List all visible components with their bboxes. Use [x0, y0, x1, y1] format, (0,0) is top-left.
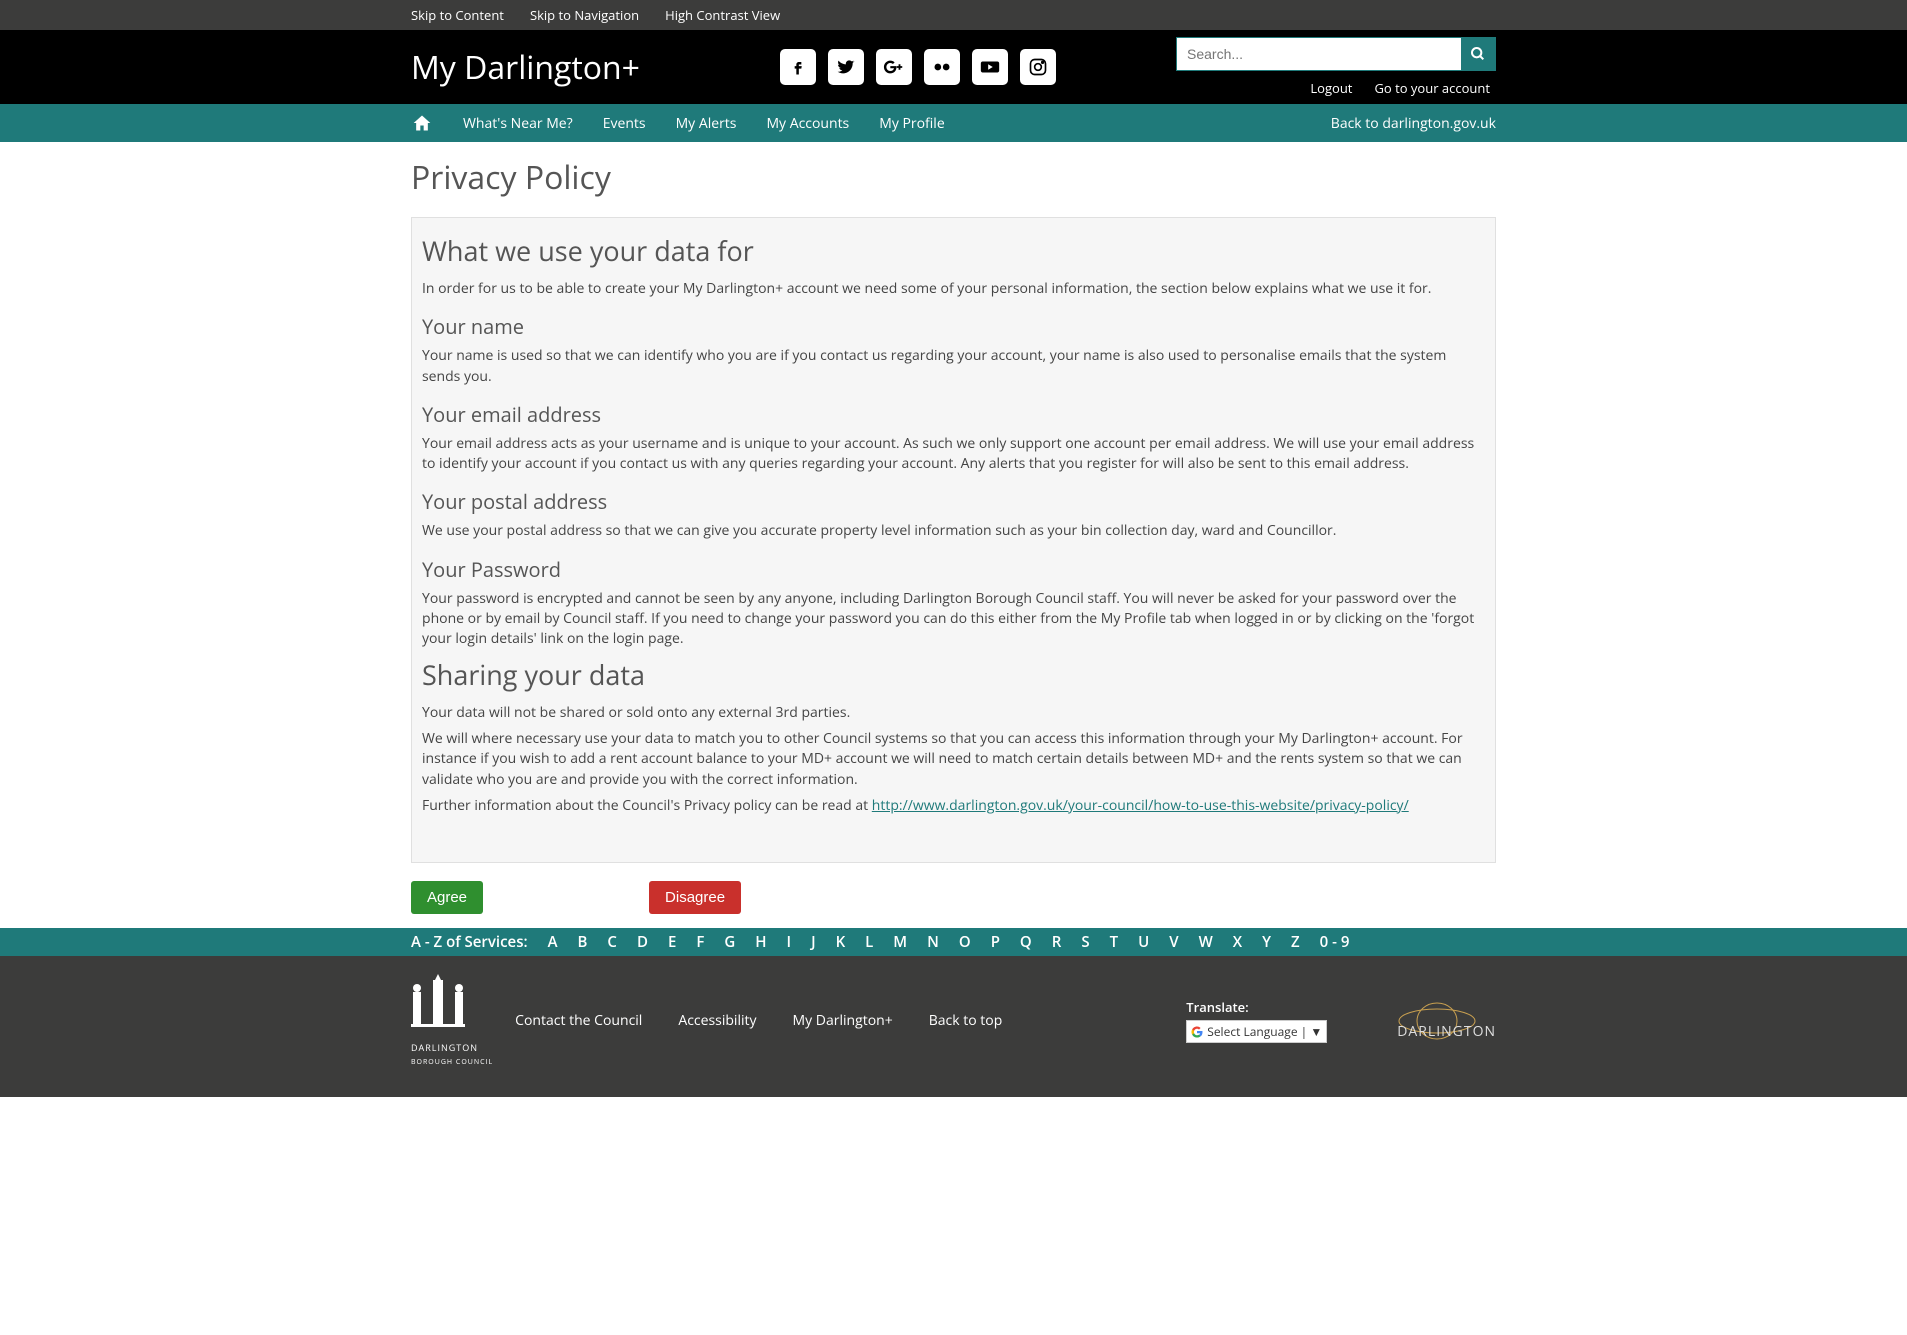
back-to-darlington-link[interactable]: Back to darlington.gov.uk	[1331, 114, 1496, 133]
search-input[interactable]	[1177, 38, 1461, 70]
az-letter[interactable]: Y	[1262, 932, 1271, 952]
content-box: What we use your data for In order for u…	[411, 217, 1496, 863]
az-label: A - Z of Services:	[411, 932, 528, 952]
search-icon	[1470, 46, 1486, 62]
az-letter[interactable]: M	[893, 932, 907, 952]
google-g-icon	[1191, 1026, 1203, 1038]
heading-what-we-use: What we use your data for	[422, 232, 1485, 269]
translate-select-text: Select Language | ▼	[1207, 1023, 1322, 1040]
az-letter[interactable]: L	[865, 932, 873, 952]
heading-sharing: Sharing your data	[422, 656, 1485, 693]
heading-your-email: Your email address	[422, 401, 1485, 428]
sharing-paragraph-1: Your data will not be shared or sold ont…	[422, 703, 1485, 723]
further-info-prefix: Further information about the Council's …	[422, 796, 872, 815]
az-letter[interactable]: E	[668, 932, 676, 952]
az-letter[interactable]: R	[1052, 932, 1062, 952]
az-letter[interactable]: P	[991, 932, 1000, 952]
translate-block: Translate: Select Language | ▼	[1186, 998, 1327, 1043]
account-links: Logout Go to your account	[1310, 79, 1496, 97]
button-row: Agree Disagree	[411, 881, 1496, 914]
council-name: DARLINGTON	[411, 1041, 478, 1054]
az-letter[interactable]: K	[836, 932, 846, 952]
heading-your-password: Your Password	[422, 556, 1485, 583]
your-postal-paragraph: We use your postal address so that we ca…	[422, 521, 1485, 541]
privacy-policy-external-link[interactable]: http://www.darlington.gov.uk/your-counci…	[872, 796, 1409, 815]
social-icons	[780, 49, 1056, 85]
google-plus-icon[interactable]	[876, 49, 912, 85]
az-letter[interactable]: G	[724, 932, 735, 952]
sharing-paragraph-2: We will where necessary use your data to…	[422, 729, 1485, 790]
navbar: What's Near Me? Events My Alerts My Acco…	[0, 104, 1907, 142]
nav-my-alerts[interactable]: My Alerts	[676, 114, 737, 133]
az-letter[interactable]: X	[1233, 932, 1242, 952]
page-title: Privacy Policy	[411, 156, 1496, 199]
az-letter[interactable]: O	[959, 932, 971, 952]
footer: DARLINGTON BOROUGH COUNCIL Contact the C…	[0, 956, 1907, 1097]
header: My Darlington+	[0, 30, 1907, 104]
home-icon[interactable]	[411, 113, 433, 133]
az-letter[interactable]: U	[1138, 932, 1149, 952]
footer-contact-link[interactable]: Contact the Council	[515, 1011, 642, 1030]
facebook-icon[interactable]	[780, 49, 816, 85]
disagree-button[interactable]: Disagree	[649, 881, 741, 914]
az-letters: A B C D E F G H I J K L M N O P Q R S T …	[548, 932, 1350, 952]
az-letter[interactable]: Q	[1020, 932, 1032, 952]
az-letter[interactable]: D	[637, 932, 648, 952]
az-letter[interactable]: H	[755, 932, 766, 952]
nav-my-accounts[interactable]: My Accounts	[766, 114, 849, 133]
instagram-icon[interactable]	[1020, 49, 1056, 85]
az-letter[interactable]: T	[1110, 932, 1118, 952]
darlington-brand-logo: DARLINGTON	[1397, 1001, 1496, 1041]
az-letter[interactable]: B	[578, 932, 588, 952]
council-sub: BOROUGH COUNCIL	[411, 1058, 493, 1067]
az-letter[interactable]: J	[811, 932, 816, 952]
further-info-paragraph: Further information about the Council's …	[422, 796, 1485, 816]
az-letter[interactable]: 0 - 9	[1320, 932, 1350, 952]
nav-events[interactable]: Events	[603, 114, 646, 133]
skip-to-nav-link[interactable]: Skip to Navigation	[530, 6, 639, 24]
your-email-paragraph: Your email address acts as your username…	[422, 434, 1485, 475]
az-letter[interactable]: Z	[1291, 932, 1300, 952]
az-bar: A - Z of Services: A B C D E F G H I J K…	[0, 928, 1907, 956]
az-letter[interactable]: W	[1199, 932, 1213, 952]
az-letter[interactable]: A	[548, 932, 558, 952]
az-letter[interactable]: I	[786, 932, 791, 952]
intro-paragraph: In order for us to be able to create you…	[422, 279, 1485, 299]
footer-links: Contact the Council Accessibility My Dar…	[515, 1011, 1002, 1030]
youtube-icon[interactable]	[972, 49, 1008, 85]
search-button[interactable]	[1461, 38, 1495, 70]
go-to-account-link[interactable]: Go to your account	[1374, 79, 1490, 97]
logout-link[interactable]: Logout	[1310, 79, 1352, 97]
az-letter[interactable]: V	[1169, 932, 1178, 952]
az-letter[interactable]: N	[927, 932, 939, 952]
footer-back-to-top-link[interactable]: Back to top	[929, 1011, 1003, 1030]
heading-your-name: Your name	[422, 313, 1485, 340]
translate-label: Translate:	[1186, 998, 1327, 1016]
nav-whats-near[interactable]: What's Near Me?	[463, 114, 573, 133]
skip-to-content-link[interactable]: Skip to Content	[411, 6, 504, 24]
darlington-brand-text: DARLINGTON	[1397, 1022, 1496, 1041]
heading-your-postal: Your postal address	[422, 488, 1485, 515]
search-form	[1176, 37, 1496, 71]
your-name-paragraph: Your name is used so that we can identif…	[422, 346, 1485, 387]
az-letter[interactable]: S	[1081, 932, 1089, 952]
az-letter[interactable]: F	[696, 932, 704, 952]
council-logo: DARLINGTON BOROUGH COUNCIL	[411, 974, 493, 1067]
nav-my-profile[interactable]: My Profile	[879, 114, 944, 133]
az-letter[interactable]: C	[607, 932, 617, 952]
translate-select[interactable]: Select Language | ▼	[1186, 1020, 1327, 1043]
footer-my-darlington-link[interactable]: My Darlington+	[793, 1011, 893, 1030]
high-contrast-link[interactable]: High Contrast View	[665, 6, 780, 24]
utility-bar: Skip to Content Skip to Navigation High …	[0, 0, 1907, 30]
site-title: My Darlington+	[411, 46, 640, 89]
footer-accessibility-link[interactable]: Accessibility	[678, 1011, 756, 1030]
your-password-paragraph: Your password is encrypted and cannot be…	[422, 589, 1485, 650]
twitter-icon[interactable]	[828, 49, 864, 85]
flickr-icon[interactable]	[924, 49, 960, 85]
agree-button[interactable]: Agree	[411, 881, 483, 914]
